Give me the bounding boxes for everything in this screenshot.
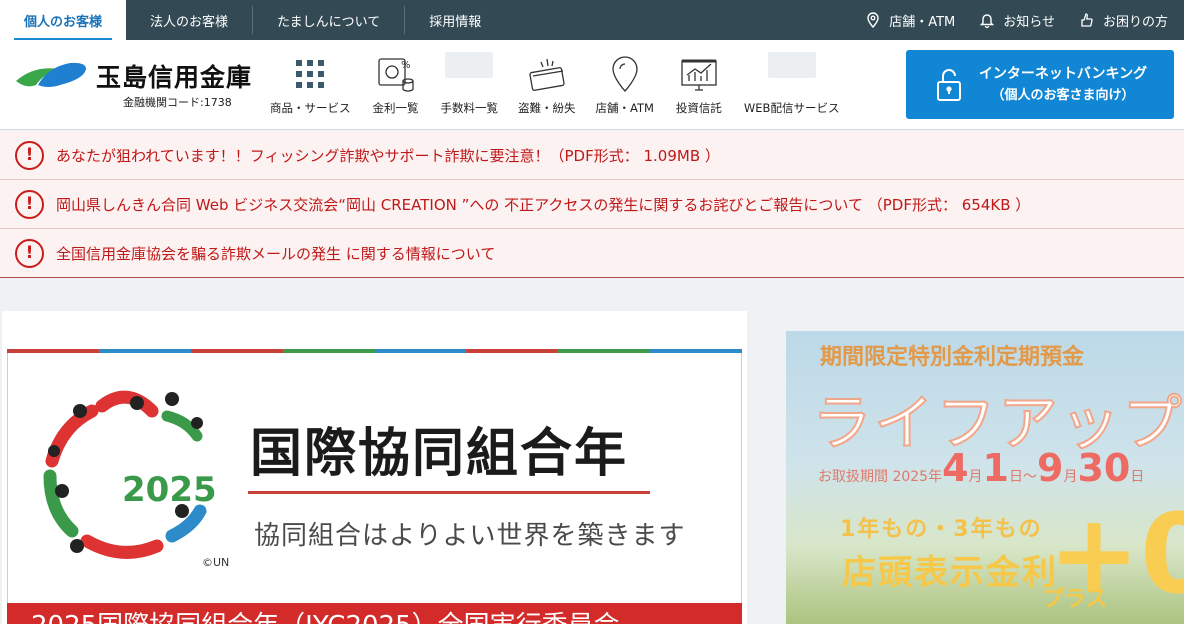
help-hand-icon [1081,13,1093,27]
period-end-month: 9 [1037,446,1064,490]
menu-fees[interactable]: 手数料一覧 [431,52,509,116]
period-label: お取扱期間 2025年 [818,469,943,485]
internet-banking-subtitle: （個人のお客さま向け） [991,87,1135,103]
tab-about[interactable]: たましんについて [253,0,404,40]
menu-label: WEB配信サービス [743,101,840,115]
image-placeholder-icon [767,52,816,78]
alert-link[interactable]: 全国信用金庫協会を騙る詐欺メールの発生 に関する情報について [56,243,495,264]
news-label: お知らせ [1003,14,1055,30]
exclamation-icon: ! [15,140,44,170]
alert-list: ! あなたが狙われています！！フィッシング詐欺やサポート詐欺に要注意！（PDF形… [0,131,1184,278]
store-atm-link[interactable]: 店舗・ATM [865,11,955,30]
help-link[interactable]: お困りの方 [1079,11,1168,30]
period-start-month: 4 [942,446,969,490]
chart-board-icon [674,52,724,96]
iyc-year: 2025 [122,470,217,510]
utility-links: 店舗・ATM お知らせ お困りの方 [865,0,1184,40]
menu-label: 金利一覧 [372,101,419,115]
bell-icon [980,14,995,28]
exclamation-icon: ! [15,189,44,219]
alert-item[interactable]: ! あなたが狙われています！！フィッシング詐欺やサポート詐欺に要注意！（PDF形… [0,131,1184,180]
internet-banking-title: インターネットバンキング [978,65,1148,82]
bank-code: 金融機関コード:1738 [123,96,232,109]
tab-recruit[interactable]: 採用情報 [405,0,505,40]
tab-corporate[interactable]: 法人のお客様 [126,0,252,40]
safe-percent-icon: % [371,52,421,96]
exclamation-icon: ! [15,238,44,268]
alert-item[interactable]: ! 全国信用金庫協会を騙る詐欺メールの発生 に関する情報について [0,229,1184,278]
campaign-period: お取扱期間 2025年4月1日～9月30日 [818,446,1144,490]
banner-subtitle: 協同組合はよりよい世界を築きます [254,521,686,551]
menu-investment-trust[interactable]: 投資信託 [664,52,734,116]
menu-rates[interactable]: % 金利一覧 [361,52,431,116]
period-start-day: 1 [982,446,1009,490]
menu-theft-loss[interactable]: 盗難・紛失 [508,52,586,116]
period-unit-day: 日～ [1009,469,1037,485]
help-label: お困りの方 [1102,14,1168,30]
iyc-2025-banner[interactable]: 2025 ©UN 国際協同組合年 協同組合はよりよい世界を築きます 2025国際… [2,311,747,624]
internet-banking-button[interactable]: インターネットバンキング （個人のお客さま向け） [906,50,1174,119]
tab-personal[interactable]: 個人のお客様 [0,0,127,40]
map-pin-icon [600,52,650,96]
logo-mark-icon [16,62,86,87]
period-unit-day: 日 [1130,469,1145,485]
title-underline [248,491,650,494]
internet-banking-text: インターネットバンキング （個人のお客さま向け） [966,64,1174,106]
alert-link[interactable]: あなたが狙われています！！フィッシング詐欺やサポート詐欺に要注意！（PDF形式：… [56,145,720,166]
campaign-label: 期間限定特別金利定期預金 [820,345,1085,370]
svg-text:%: % [401,60,411,71]
logo-text: 玉島信用金庫 [96,63,253,92]
period-unit-month: 月 [968,469,983,485]
period-end-day: 30 [1077,446,1131,490]
iyc-logo-icon: 2025 [43,390,217,559]
alert-item[interactable]: ! 岡山県しんきん合同 Web ビジネス交流会“岡山 CREATION ”への … [0,180,1184,229]
menu-products[interactable]: 商品・サービス [260,52,361,116]
lock-open-icon [937,68,961,101]
menu-label: 店舗・ATM [595,101,654,115]
menu-store-atm[interactable]: 店舗・ATM [586,52,664,116]
campaign-rate-label: 店頭表示金利 [842,553,1058,593]
alert-link[interactable]: 岡山県しんきん合同 Web ビジネス交流会“岡山 CREATION ”への 不正… [56,194,1030,215]
map-pin-icon [867,12,879,28]
menu-label: 盗難・紛失 [518,101,576,115]
top-navigation: 個人のお客様 法人のお客様 たましんについて 採用情報 店舗・ATM お知らせ … [0,0,1184,40]
menu-label: 商品・サービス [270,101,351,115]
banner-footer: 2025国際協同組合年（IYC2025）全国実行委員会 [7,603,742,624]
campaign-term: 1年もの・3年もの [840,517,1043,542]
menu-label: 投資信託 [675,101,722,115]
news-link[interactable]: お知らせ [979,11,1055,30]
banner-title: 国際協同組合年 [250,424,629,484]
main-menu: 商品・サービス % 金利一覧 手数料一覧 盗難・紛失 店舗・ATM 投資信託 W… [260,52,849,116]
store-atm-label: 店舗・ATM [889,14,956,30]
menu-web-delivery[interactable]: WEB配信サービス [734,52,850,116]
site-header: 玉島信用金庫 金融機関コード:1738 商品・サービス % 金利一覧 手数料一覧… [0,40,1184,130]
campaign-plus-word: プラス [1042,587,1108,612]
grid-icon [285,52,335,96]
period-unit-month: 月 [1063,469,1078,485]
image-placeholder-icon [445,52,494,78]
card-alert-icon [522,52,572,96]
un-credit: ©UN [202,556,230,569]
site-logo[interactable]: 玉島信用金庫 [14,58,252,94]
menu-label: 手数料一覧 [440,101,499,115]
lifeup-deposit-banner[interactable]: 期間限定特別金利定期預金 ライフアップ お取扱期間 2025年4月1日～9月30… [786,331,1184,624]
